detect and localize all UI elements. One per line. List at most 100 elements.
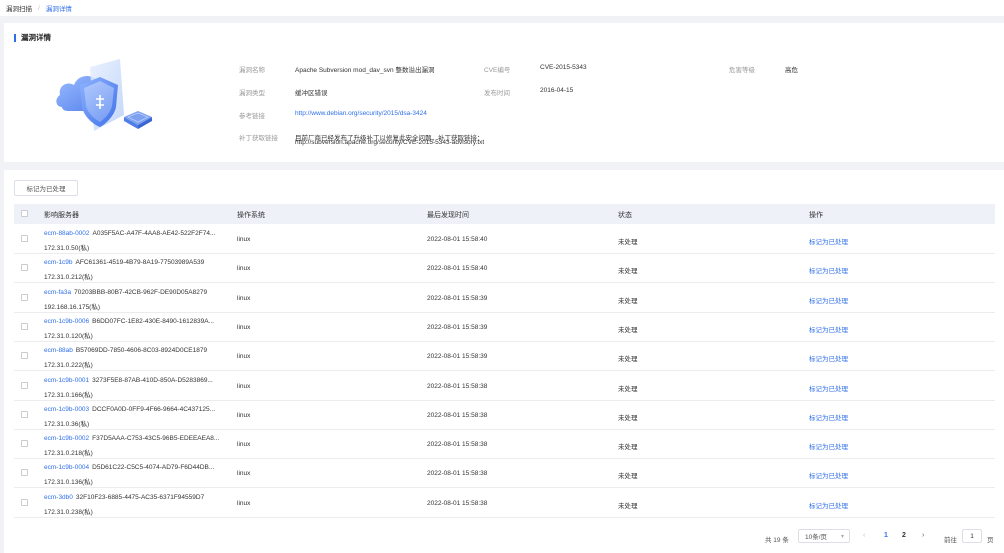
- server-name-line: ecm-1c9b-0004 D5D61C22-C5C5-4074-AD79-F6D…: [44, 464, 214, 471]
- page-1-button[interactable]: 1: [884, 532, 888, 539]
- goto-label: 前往: [944, 537, 957, 544]
- column-header-last-seen: 最后发现时间: [427, 212, 469, 219]
- mark-handled-link[interactable]: 标记为已处理: [809, 236, 848, 246]
- mark-handled-link[interactable]: 标记为已处理: [809, 441, 848, 451]
- server-ip: 172.31.0.218(私): [44, 450, 93, 458]
- table-row: ecm-1c9b-0004 D5D61C22-C5C5-4074-AD79-F6D…: [14, 459, 995, 489]
- column-header-os: 操作系统: [237, 212, 265, 219]
- server-name-link[interactable]: ecm-1c9b-0003: [44, 406, 89, 413]
- last-seen-value: 2022-08-01 15:58:39: [427, 294, 488, 302]
- prev-page-button[interactable]: ‹: [863, 532, 865, 539]
- goto-page-input[interactable]: 1: [962, 529, 982, 543]
- server-name-link[interactable]: ecm-1c9b-0002: [44, 435, 89, 442]
- server-name-line: ecm-1c9b AFC61361-4519-4B79-8A19-77503989…: [44, 259, 204, 266]
- chevron-down-icon: ▾: [840, 534, 844, 540]
- server-ip: 172.31.0.36(私): [44, 420, 90, 428]
- mark-handled-link[interactable]: 标记为已处理: [809, 383, 848, 393]
- server-name-line: ecm-1c9b-0003 DCCF0A0D-0FF9-4F66-9664-4C4…: [44, 406, 215, 413]
- label-vuln-name: 漏洞名称: [239, 67, 265, 74]
- mark-handled-link[interactable]: 标记为已处理: [809, 470, 848, 480]
- status-value: 未处理: [618, 268, 638, 276]
- server-ip: 172.31.0.50(私): [44, 245, 90, 252]
- last-seen-value: 2022-08-01 15:58:40: [427, 236, 488, 243]
- server-name-link[interactable]: ecm-1c9b-0004: [44, 464, 89, 471]
- row-checkbox[interactable]: [21, 498, 28, 506]
- server-name-line: ecm-3db0 32F10F23-6885-4475-AC35-6371F945…: [44, 494, 204, 501]
- breadcrumb-parent[interactable]: 漏洞扫描: [6, 3, 32, 13]
- mark-handled-link[interactable]: 标记为已处理: [809, 353, 848, 363]
- select-all-checkbox[interactable]: [21, 210, 28, 217]
- page-size-value: 10条/页: [805, 534, 828, 541]
- os-value: linux: [237, 323, 251, 331]
- row-checkbox[interactable]: [21, 293, 28, 301]
- row-checkbox[interactable]: [21, 322, 28, 330]
- page-2-button[interactable]: 2: [902, 532, 906, 539]
- last-seen-value: 2022-08-01 15:58:38: [427, 382, 488, 390]
- os-value: linux: [237, 499, 251, 507]
- row-checkbox[interactable]: [21, 264, 28, 272]
- last-seen-value: 2022-08-01 15:58:38: [427, 441, 488, 449]
- server-ip: 172.31.0.212(私): [44, 274, 93, 282]
- title-accent-bar: [14, 33, 16, 42]
- row-checkbox[interactable]: [21, 410, 28, 418]
- goto-suffix: 页: [987, 537, 994, 544]
- row-checkbox[interactable]: [21, 352, 28, 360]
- next-page-button[interactable]: ›: [922, 532, 924, 539]
- server-name-link[interactable]: ecm-1c9b-0001: [44, 377, 89, 384]
- server-name-link[interactable]: ecm-88ab-0002: [44, 230, 90, 237]
- os-value: linux: [237, 382, 251, 390]
- cloud-shield-illustration: [56, 59, 152, 131]
- mark-handled-link[interactable]: 标记为已处理: [809, 324, 848, 334]
- server-uuid: B57069DD-7850-4606-8C03-8924D0CE1879: [75, 347, 208, 355]
- row-checkbox[interactable]: [21, 469, 28, 477]
- value-cve: CVE-2015-5343: [540, 64, 587, 71]
- mark-handled-link[interactable]: 标记为已处理: [809, 295, 848, 305]
- server-ip: 172.31.0.120(私): [44, 332, 93, 340]
- value-vuln-name: Apache Subversion mod_dav_svn 整数溢出漏洞: [295, 67, 435, 74]
- breadcrumb-separator: /: [38, 4, 40, 12]
- last-seen-value: 2022-08-01 15:58:39: [427, 353, 488, 361]
- server-name-line: ecm-fa3a 70203BBB-80B7-42CB-962F-DE90D05A…: [44, 289, 207, 296]
- mark-handled-button[interactable]: 标记为已处理: [14, 180, 78, 196]
- status-value: 未处理: [618, 502, 638, 510]
- server-ip: 172.31.0.166(私): [44, 391, 93, 399]
- server-name-line: ecm-1c9b-0002 F37D5AAA-C753-43C5-96B5-EDE…: [44, 435, 219, 442]
- server-ip: 172.31.0.136(私): [44, 479, 93, 487]
- label-publish-date: 发布时间: [484, 90, 510, 97]
- server-name-link[interactable]: ecm-3db0: [44, 494, 73, 501]
- server-ip: 192.168.16.175(私): [44, 303, 101, 311]
- row-checkbox[interactable]: [21, 381, 28, 389]
- value-vuln-type: 缓冲区错误: [295, 90, 328, 97]
- row-checkbox[interactable]: [21, 440, 28, 448]
- status-value: 未处理: [618, 444, 638, 452]
- mark-handled-link[interactable]: 标记为已处理: [809, 500, 848, 510]
- last-seen-value: 2022-08-01 15:58:38: [427, 470, 488, 478]
- section-title-text: 漏洞详情: [21, 33, 51, 42]
- breadcrumb: 漏洞扫描 / 漏洞详情: [0, 0, 1004, 16]
- table-row: ecm-88ab B57069DD-7850-4606-8C03-8924D0CE…: [14, 342, 995, 372]
- mark-handled-link[interactable]: 标记为已处理: [809, 412, 848, 422]
- table-row: ecm-88ab-0002 A035F5AC-A47F-4AA8-AE42-522…: [14, 225, 995, 254]
- table-row: ecm-fa3a 70203BBB-80B7-42CB-962F-DE90D05A…: [14, 284, 995, 313]
- page-size-select[interactable]: 10条/页 ▾: [798, 529, 850, 543]
- mark-handled-link[interactable]: 标记为已处理: [809, 265, 848, 275]
- table-row: ecm-1c9b AFC61361-4519-4B79-8A19-77503989…: [14, 254, 995, 284]
- server-name-link[interactable]: ecm-88ab: [44, 347, 73, 354]
- table-row: ecm-3db0 32F10F23-6885-4475-AC35-6371F945…: [14, 489, 995, 518]
- server-name-link[interactable]: ecm-fa3a: [44, 289, 71, 296]
- server-uuid: F37D5AAA-C753-43C5-96B5-EDEEAEA8...: [92, 435, 220, 443]
- reference-link[interactable]: http://www.debian.org/security/2015/dsa-…: [295, 110, 427, 117]
- pagination-total: 共 19 条: [765, 537, 789, 544]
- server-ip: 172.31.0.222(私): [44, 362, 93, 370]
- status-value: 未处理: [618, 356, 638, 364]
- label-patch: 补丁获取链接: [239, 135, 278, 142]
- server-name-link[interactable]: ecm-1c9b-0006: [44, 318, 89, 325]
- last-seen-value: 2022-08-01 15:58:40: [427, 265, 488, 273]
- label-cve: CVE编号: [484, 67, 511, 74]
- row-checkbox[interactable]: [21, 235, 28, 242]
- server-name-line: ecm-1c9b-0006 B6DD07FC-1E82-430E-8490-161…: [44, 318, 214, 325]
- table-row: ecm-1c9b-0001 3273F5E8-87AB-410D-850A-D52…: [14, 372, 995, 401]
- server-uuid: 32F10F23-6885-4475-AC35-6371F94559D7: [75, 493, 205, 501]
- server-name-link[interactable]: ecm-1c9b: [44, 259, 73, 266]
- vulnerability-detail-card: 漏洞详情 漏洞名称 Apache Subversion mod_dav_svn …: [4, 23, 1004, 162]
